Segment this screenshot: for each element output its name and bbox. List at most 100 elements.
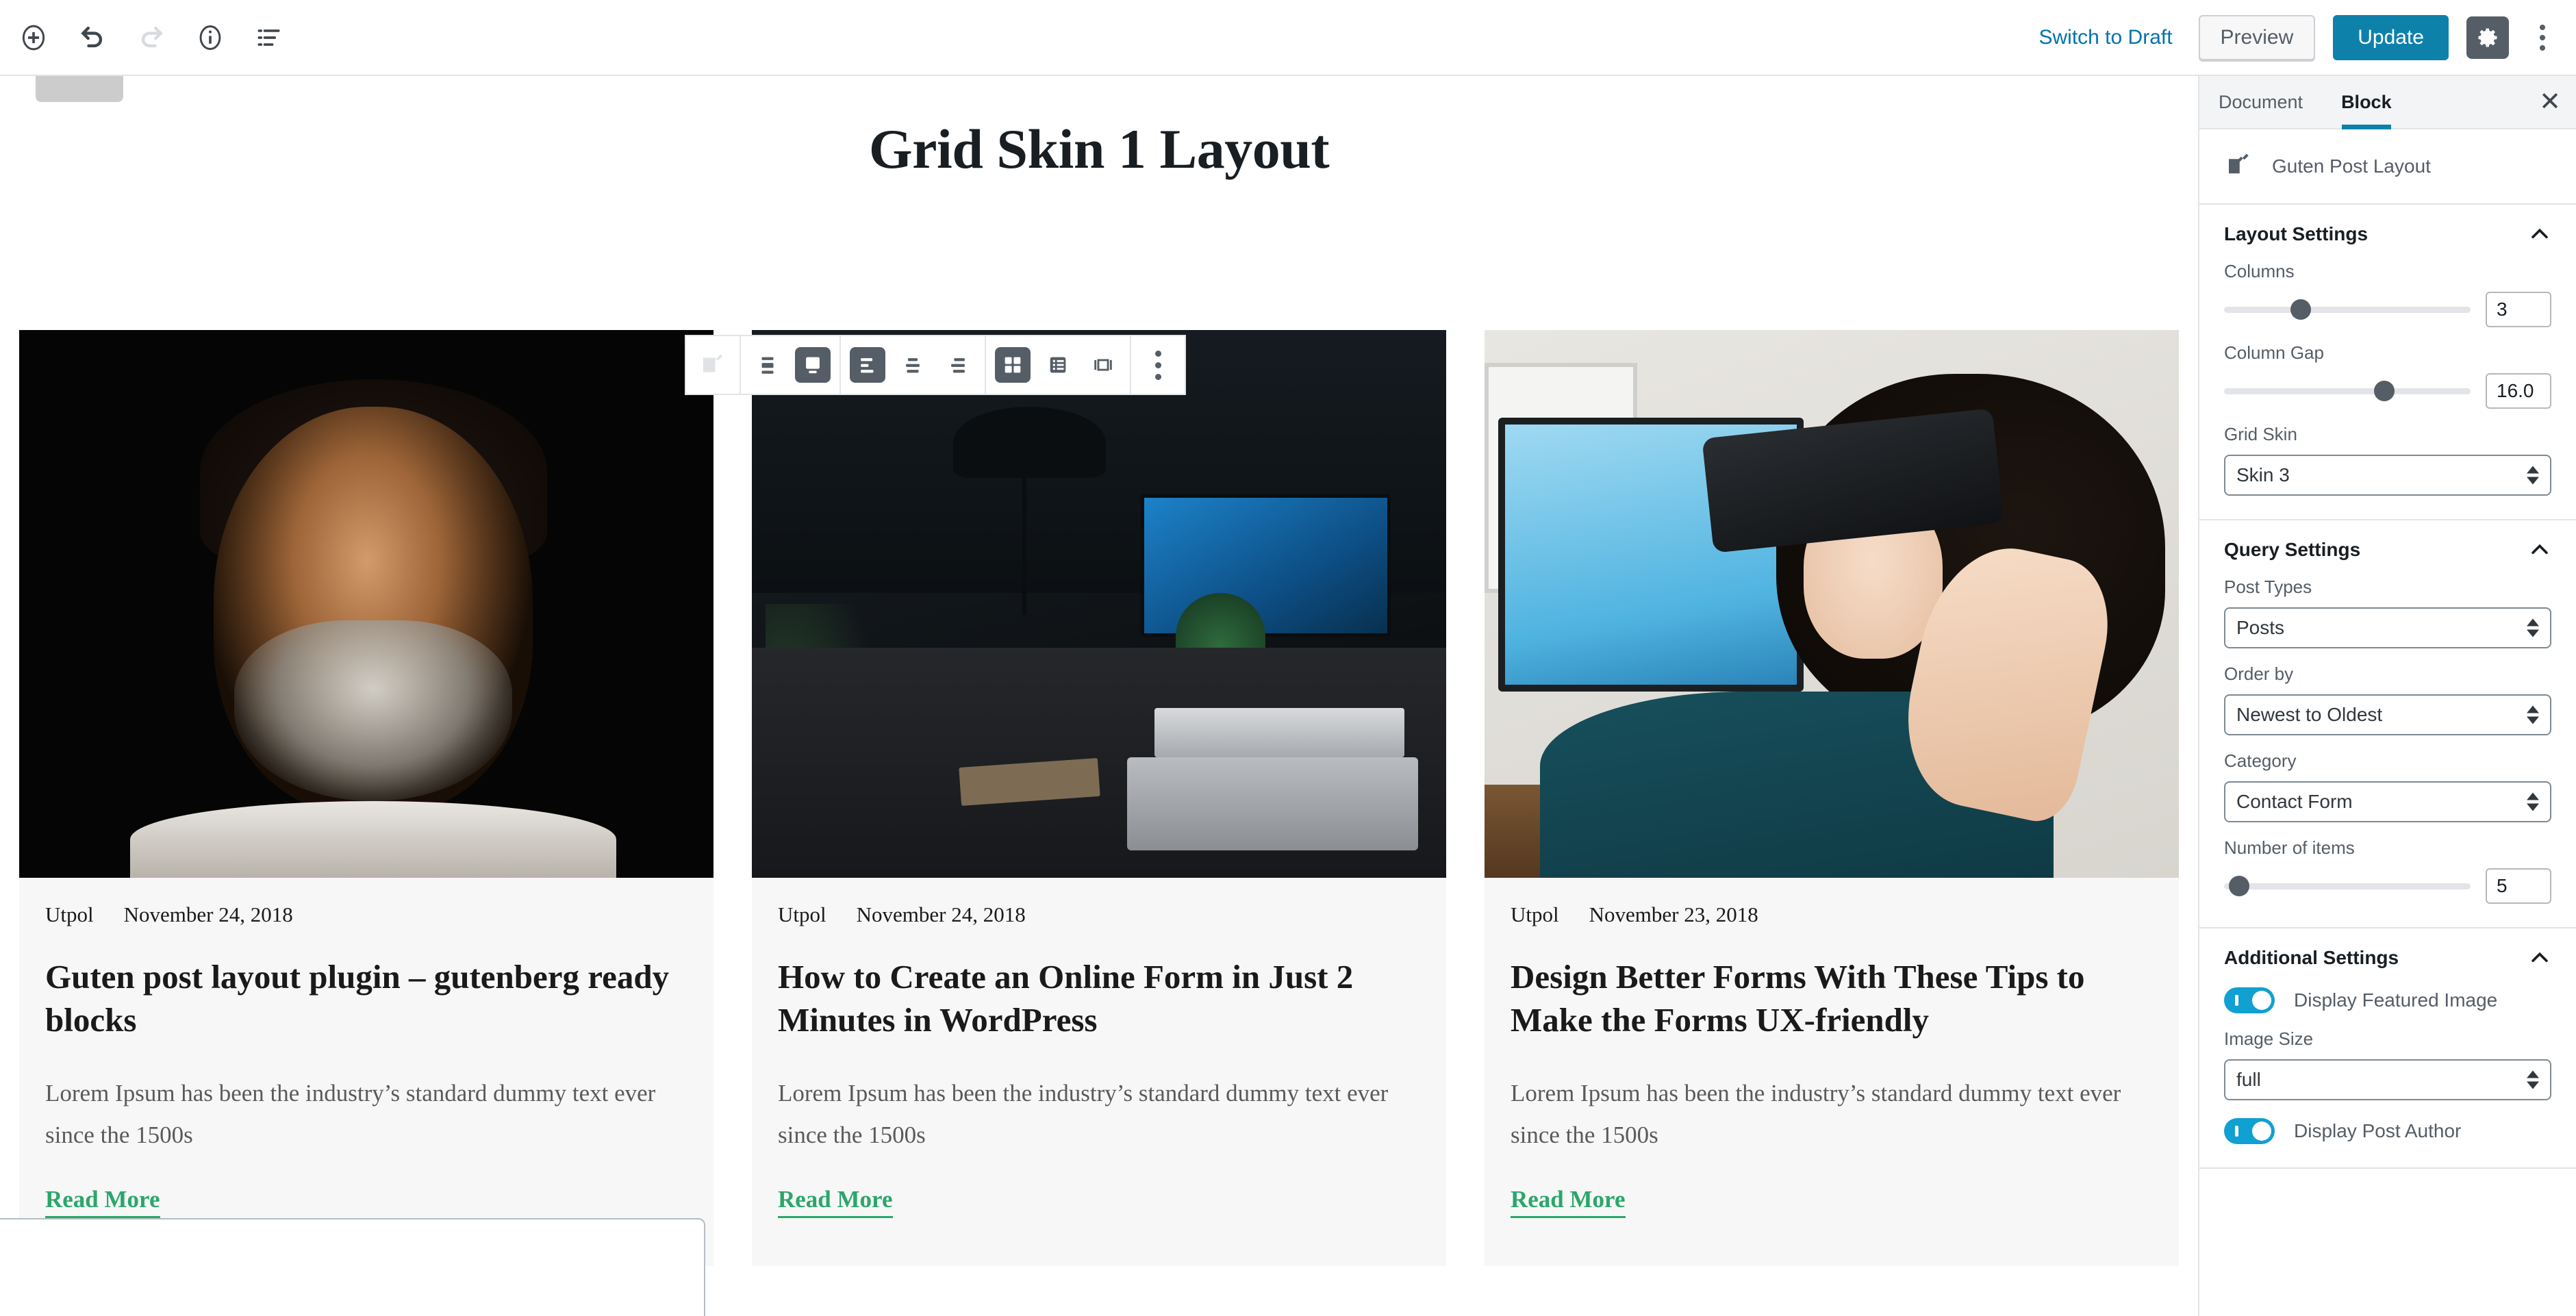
post-types-select[interactable]: Posts bbox=[2224, 607, 2551, 648]
toggle-label: Display Featured Image bbox=[2294, 989, 2498, 1011]
panel-title: Additional Settings bbox=[2224, 947, 2399, 968]
control-label: Order by bbox=[2224, 663, 2294, 684]
align-text-right-icon[interactable] bbox=[935, 336, 981, 394]
tab-block[interactable]: Block bbox=[2322, 76, 2411, 129]
number-of-items-slider[interactable] bbox=[2224, 876, 2471, 896]
post-date: November 24, 2018 bbox=[123, 902, 293, 926]
post-featured-image[interactable] bbox=[1485, 330, 2179, 878]
grid-view-icon[interactable] bbox=[990, 336, 1035, 394]
post-card[interactable]: Utpol November 24, 2018 How to Create an… bbox=[752, 330, 1446, 1266]
category-select[interactable]: Contact Form bbox=[2224, 781, 2551, 822]
undo-icon[interactable] bbox=[71, 16, 114, 59]
post-title[interactable]: How to Create an Online Form in Just 2 M… bbox=[778, 956, 1420, 1041]
post-featured-image[interactable] bbox=[752, 330, 1446, 878]
chevron-up-icon bbox=[2528, 538, 2551, 561]
toolbar-group-block-type bbox=[686, 336, 741, 394]
post-date: November 23, 2018 bbox=[1589, 902, 1758, 926]
add-block-icon[interactable] bbox=[12, 16, 55, 59]
list-view-icon[interactable] bbox=[1035, 336, 1081, 394]
post-meta: Utpol November 24, 2018 bbox=[45, 902, 687, 927]
more-options-icon[interactable] bbox=[1135, 336, 1180, 394]
close-icon[interactable]: ✕ bbox=[2524, 76, 2576, 128]
panel-layout-settings: Layout Settings Columns 3 Column Gap 16.… bbox=[2199, 205, 2576, 520]
more-vertical-icon[interactable] bbox=[2527, 16, 2558, 59]
grid-skin-select[interactable]: Skin 3 bbox=[2224, 455, 2551, 496]
panel-layout-settings-header[interactable]: Layout Settings bbox=[2224, 223, 2551, 246]
block-navigation-icon[interactable] bbox=[248, 16, 290, 59]
read-more-link[interactable]: Read More bbox=[1511, 1186, 1626, 1218]
toolbar-group-text-align bbox=[841, 336, 986, 394]
toolbar-group-more bbox=[1131, 336, 1185, 394]
select-arrows-icon bbox=[2527, 466, 2539, 485]
panel-query-settings-header[interactable]: Query Settings bbox=[2224, 538, 2551, 561]
panel-additional-settings: Additional Settings Display Featured Ima… bbox=[2199, 928, 2576, 1169]
control-column-gap: Column Gap 16.0 bbox=[2224, 342, 2551, 409]
panel-title: Query Settings bbox=[2224, 539, 2361, 560]
number-of-items-value-input[interactable]: 5 bbox=[2486, 868, 2551, 904]
control-order-by: Order by Newest to Oldest bbox=[2224, 663, 2551, 735]
control-grid-skin: Grid Skin Skin 3 bbox=[2224, 424, 2551, 496]
category-value: Contact Form bbox=[2236, 791, 2353, 812]
post-card-body: Utpol November 24, 2018 How to Create an… bbox=[752, 878, 1446, 1266]
toolbar-group-block-align bbox=[741, 336, 841, 394]
chevron-up-icon bbox=[2528, 223, 2551, 246]
image-size-value: full bbox=[2236, 1069, 2261, 1090]
control-number-of-items: Number of items 5 bbox=[2224, 837, 2551, 904]
update-button[interactable]: Update bbox=[2333, 14, 2449, 60]
display-post-author-toggle[interactable] bbox=[2224, 1118, 2275, 1144]
post-card[interactable]: Utpol November 24, 2018 Guten post layou… bbox=[19, 330, 714, 1266]
hidden-block-button[interactable] bbox=[36, 76, 123, 102]
read-more-link[interactable]: Read More bbox=[778, 1186, 893, 1218]
editor-canvas: Grid Skin 1 Layout Utpol November 24, 20… bbox=[0, 76, 2198, 1316]
settings-sidebar: Document Block ✕ Guten Post Layout Layou… bbox=[2198, 76, 2576, 1316]
control-label: Columns bbox=[2224, 261, 2295, 281]
edit-pencil-square-icon bbox=[2224, 151, 2253, 183]
control-label: Category bbox=[2224, 750, 2297, 771]
order-by-select[interactable]: Newest to Oldest bbox=[2224, 694, 2551, 735]
next-block-placeholder[interactable] bbox=[0, 1218, 705, 1316]
toggle-label: Display Post Author bbox=[2294, 1120, 2462, 1141]
control-label: Number of items bbox=[2224, 837, 2355, 858]
column-gap-value-input[interactable]: 16.0 bbox=[2486, 373, 2551, 409]
post-grid: Utpol November 24, 2018 Guten post layou… bbox=[19, 330, 2179, 1266]
align-text-left-icon[interactable] bbox=[845, 336, 890, 394]
panel-additional-settings-header[interactable]: Additional Settings bbox=[2224, 946, 2551, 970]
post-author: Utpol bbox=[1511, 902, 1559, 926]
grid-skin-value: Skin 3 bbox=[2236, 464, 2290, 485]
control-label: Image Size bbox=[2224, 1028, 2314, 1049]
post-card[interactable]: Utpol November 23, 2018 Design Better Fo… bbox=[1485, 330, 2179, 1266]
columns-slider[interactable] bbox=[2224, 299, 2471, 320]
post-title[interactable]: Guten post layout plugin – gutenberg rea… bbox=[45, 956, 687, 1041]
post-title[interactable]: Design Better Forms With These Tips to M… bbox=[1511, 956, 2153, 1041]
post-meta: Utpol November 23, 2018 bbox=[1511, 902, 2153, 927]
display-featured-image-toggle[interactable] bbox=[2224, 987, 2275, 1013]
tab-document[interactable]: Document bbox=[2199, 76, 2322, 128]
post-featured-image[interactable] bbox=[19, 330, 714, 878]
post-meta: Utpol November 24, 2018 bbox=[778, 902, 1420, 927]
top-bar-right-tools: Switch to Draft Preview Update bbox=[2030, 14, 2576, 60]
select-arrows-icon bbox=[2527, 618, 2539, 637]
post-types-value: Posts bbox=[2236, 617, 2285, 638]
read-more-link[interactable]: Read More bbox=[45, 1186, 160, 1218]
chevron-up-icon bbox=[2528, 946, 2551, 970]
align-wide-icon[interactable] bbox=[790, 336, 835, 394]
panel-title: Layout Settings bbox=[2224, 223, 2369, 244]
switch-to-draft-button[interactable]: Switch to Draft bbox=[2030, 21, 2180, 55]
column-gap-slider[interactable] bbox=[2224, 381, 2471, 401]
info-icon[interactable] bbox=[189, 16, 231, 59]
preview-button[interactable]: Preview bbox=[2198, 14, 2316, 60]
redo-icon[interactable] bbox=[130, 16, 173, 59]
page-title[interactable]: Grid Skin 1 Layout bbox=[0, 117, 2198, 181]
align-text-center-icon[interactable] bbox=[890, 336, 935, 394]
block-type-icon[interactable] bbox=[690, 336, 735, 394]
gear-icon[interactable] bbox=[2466, 16, 2509, 59]
control-display-post-author: Display Post Author bbox=[2224, 1118, 2551, 1144]
block-toolbar bbox=[685, 335, 1186, 395]
panel-query-settings: Query Settings Post Types Posts Order by… bbox=[2199, 520, 2576, 928]
block-identity: Guten Post Layout bbox=[2199, 129, 2576, 205]
image-size-select[interactable]: full bbox=[2224, 1059, 2551, 1100]
masonry-view-icon[interactable] bbox=[1081, 336, 1126, 394]
top-bar-left-tools bbox=[0, 16, 290, 59]
columns-value-input[interactable]: 3 bbox=[2486, 292, 2551, 327]
align-none-icon[interactable] bbox=[745, 336, 790, 394]
